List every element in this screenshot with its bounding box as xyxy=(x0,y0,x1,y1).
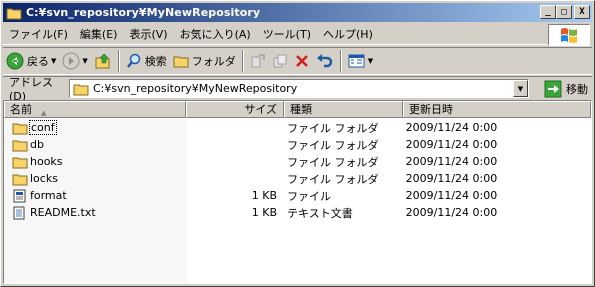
window-controls: _ □ X xyxy=(540,5,590,19)
header-name-label: 名前 xyxy=(10,103,32,116)
header-type[interactable]: 種類 xyxy=(284,101,403,118)
delete-x-icon xyxy=(295,55,308,67)
file-name: conf xyxy=(29,120,57,135)
header-modified-label: 更新日時 xyxy=(409,103,453,116)
file-modified: 2009/11/24 0:00 xyxy=(405,206,498,219)
folder-icon xyxy=(73,84,89,95)
menu-edit[interactable]: 編集(E) xyxy=(74,25,124,44)
file-type: ファイル フォルダ xyxy=(287,172,379,186)
menu-file[interactable]: ファイル(F) xyxy=(3,25,74,44)
up-folder-button[interactable] xyxy=(91,49,115,73)
undo-button[interactable] xyxy=(313,49,337,73)
folders-label: フォルダ xyxy=(191,55,236,68)
file-type: ファイル xyxy=(287,189,332,203)
header-modified[interactable]: 更新日時 xyxy=(403,101,591,118)
copy-to-icon xyxy=(273,54,287,68)
list-item[interactable]: locks ファイル フォルダ 2009/11/24 0:00 xyxy=(4,170,591,187)
search-icon xyxy=(126,53,141,68)
header-size-label: サイズ xyxy=(244,103,277,116)
folder-icon xyxy=(12,140,28,151)
file-size: 1 KB xyxy=(251,206,278,219)
title-bar[interactable]: C:¥svn_repository¥MyNewRepository _ □ X xyxy=(3,3,592,22)
menu-help[interactable]: ヘルプ(H) xyxy=(317,25,379,44)
file-modified: 2009/11/24 0:00 xyxy=(405,172,498,185)
address-dropdown-button[interactable]: ▼ xyxy=(513,80,528,97)
folders-button[interactable]: フォルダ xyxy=(170,49,239,73)
chevron-down-icon[interactable]: ▼ xyxy=(51,57,56,65)
window-title: C:¥svn_repository¥MyNewRepository xyxy=(26,6,261,19)
chevron-down-icon[interactable]: ▼ xyxy=(368,57,373,65)
forward-button[interactable]: ▼ xyxy=(59,49,90,73)
menu-tools[interactable]: ツール(T) xyxy=(257,25,317,44)
delete-button[interactable] xyxy=(291,49,313,73)
file-modified: 2009/11/24 0:00 xyxy=(405,138,498,151)
undo-icon xyxy=(316,54,333,68)
folders-icon xyxy=(173,56,189,68)
windows-logo-icon xyxy=(548,24,590,46)
close-button[interactable]: X xyxy=(574,5,590,19)
file-type: テキスト文書 xyxy=(287,206,353,220)
file-modified: 2009/11/24 0:00 xyxy=(405,121,498,134)
list-item[interactable]: format 1 KB ファイル 2009/11/24 0:00 xyxy=(4,187,591,204)
address-input[interactable]: C:¥svn_repository¥MyNewRepository ▼ xyxy=(69,79,529,98)
header-name[interactable]: 名前 ▲ xyxy=(4,101,186,118)
up-folder-icon xyxy=(95,53,110,69)
toolbar-separator xyxy=(241,50,244,72)
go-button[interactable]: 移動 xyxy=(544,80,588,98)
column-header: 名前 ▲ サイズ 種類 更新日時 xyxy=(4,101,591,119)
header-type-label: 種類 xyxy=(290,103,312,116)
standard-toolbar: 戻る ▼ ▼ 検索 フォルダ ▼ xyxy=(3,47,592,75)
address-label: アドレス(D) xyxy=(9,76,53,103)
folder-icon xyxy=(6,8,22,19)
move-to-button[interactable] xyxy=(247,49,269,73)
back-button[interactable]: 戻る ▼ xyxy=(3,49,59,73)
file-name: hooks xyxy=(30,155,63,168)
go-arrow-icon xyxy=(544,80,562,98)
file-icon xyxy=(13,189,26,202)
address-value: C:¥svn_repository¥MyNewRepository xyxy=(93,82,298,95)
search-label: 検索 xyxy=(144,55,167,68)
copy-to-button[interactable] xyxy=(269,49,291,73)
file-size: 1 KB xyxy=(251,189,278,202)
menu-favorites[interactable]: お気に入り(A) xyxy=(174,25,257,44)
views-button[interactable]: ▼ xyxy=(345,49,376,73)
chevron-down-icon[interactable]: ▼ xyxy=(82,57,87,65)
views-icon xyxy=(348,54,365,68)
explorer-window: C:¥svn_repository¥MyNewRepository _ □ X … xyxy=(0,0,595,287)
file-modified: 2009/11/24 0:00 xyxy=(405,155,498,168)
file-name: format xyxy=(30,189,67,202)
address-bar: アドレス(D) C:¥svn_repository¥MyNewRepositor… xyxy=(3,76,592,103)
file-type: ファイル フォルダ xyxy=(287,121,379,135)
search-button[interactable]: 検索 xyxy=(123,49,170,73)
back-arrow-icon xyxy=(6,52,24,70)
text-file-icon xyxy=(13,206,25,219)
list-item[interactable]: hooks ファイル フォルダ 2009/11/24 0:00 xyxy=(4,153,591,170)
list-item[interactable]: db ファイル フォルダ 2009/11/24 0:00 xyxy=(4,136,591,153)
folder-icon xyxy=(12,174,28,185)
toolbar-separator xyxy=(117,50,120,72)
toolbar-separator xyxy=(339,50,342,72)
go-label: 移動 xyxy=(566,83,588,96)
file-type: ファイル フォルダ xyxy=(287,138,379,152)
list-item[interactable]: conf ファイル フォルダ 2009/11/24 0:00 xyxy=(4,119,591,136)
file-name: db xyxy=(30,138,44,151)
menu-bar: ファイル(F) 編集(E) 表示(V) お気に入り(A) ツール(T) ヘルプ(… xyxy=(3,24,548,45)
forward-arrow-icon xyxy=(62,52,80,70)
maximize-button[interactable]: □ xyxy=(556,5,572,19)
file-modified: 2009/11/24 0:00 xyxy=(405,189,498,202)
move-to-icon xyxy=(251,54,265,68)
folder-icon xyxy=(12,123,28,134)
back-label: 戻る xyxy=(27,55,49,68)
file-name: locks xyxy=(30,172,58,185)
file-type: ファイル フォルダ xyxy=(287,155,379,169)
file-name: README.txt xyxy=(30,206,96,219)
minimize-button[interactable]: _ xyxy=(540,5,556,19)
folder-icon xyxy=(12,157,28,168)
list-item[interactable]: README.txt 1 KB テキスト文書 2009/11/24 0:00 xyxy=(4,204,591,221)
menu-view[interactable]: 表示(V) xyxy=(123,25,173,44)
header-size[interactable]: サイズ xyxy=(186,101,284,118)
file-list[interactable]: 名前 ▲ サイズ 種類 更新日時 conf ファイル フォルダ 2009/11/… xyxy=(3,100,592,284)
